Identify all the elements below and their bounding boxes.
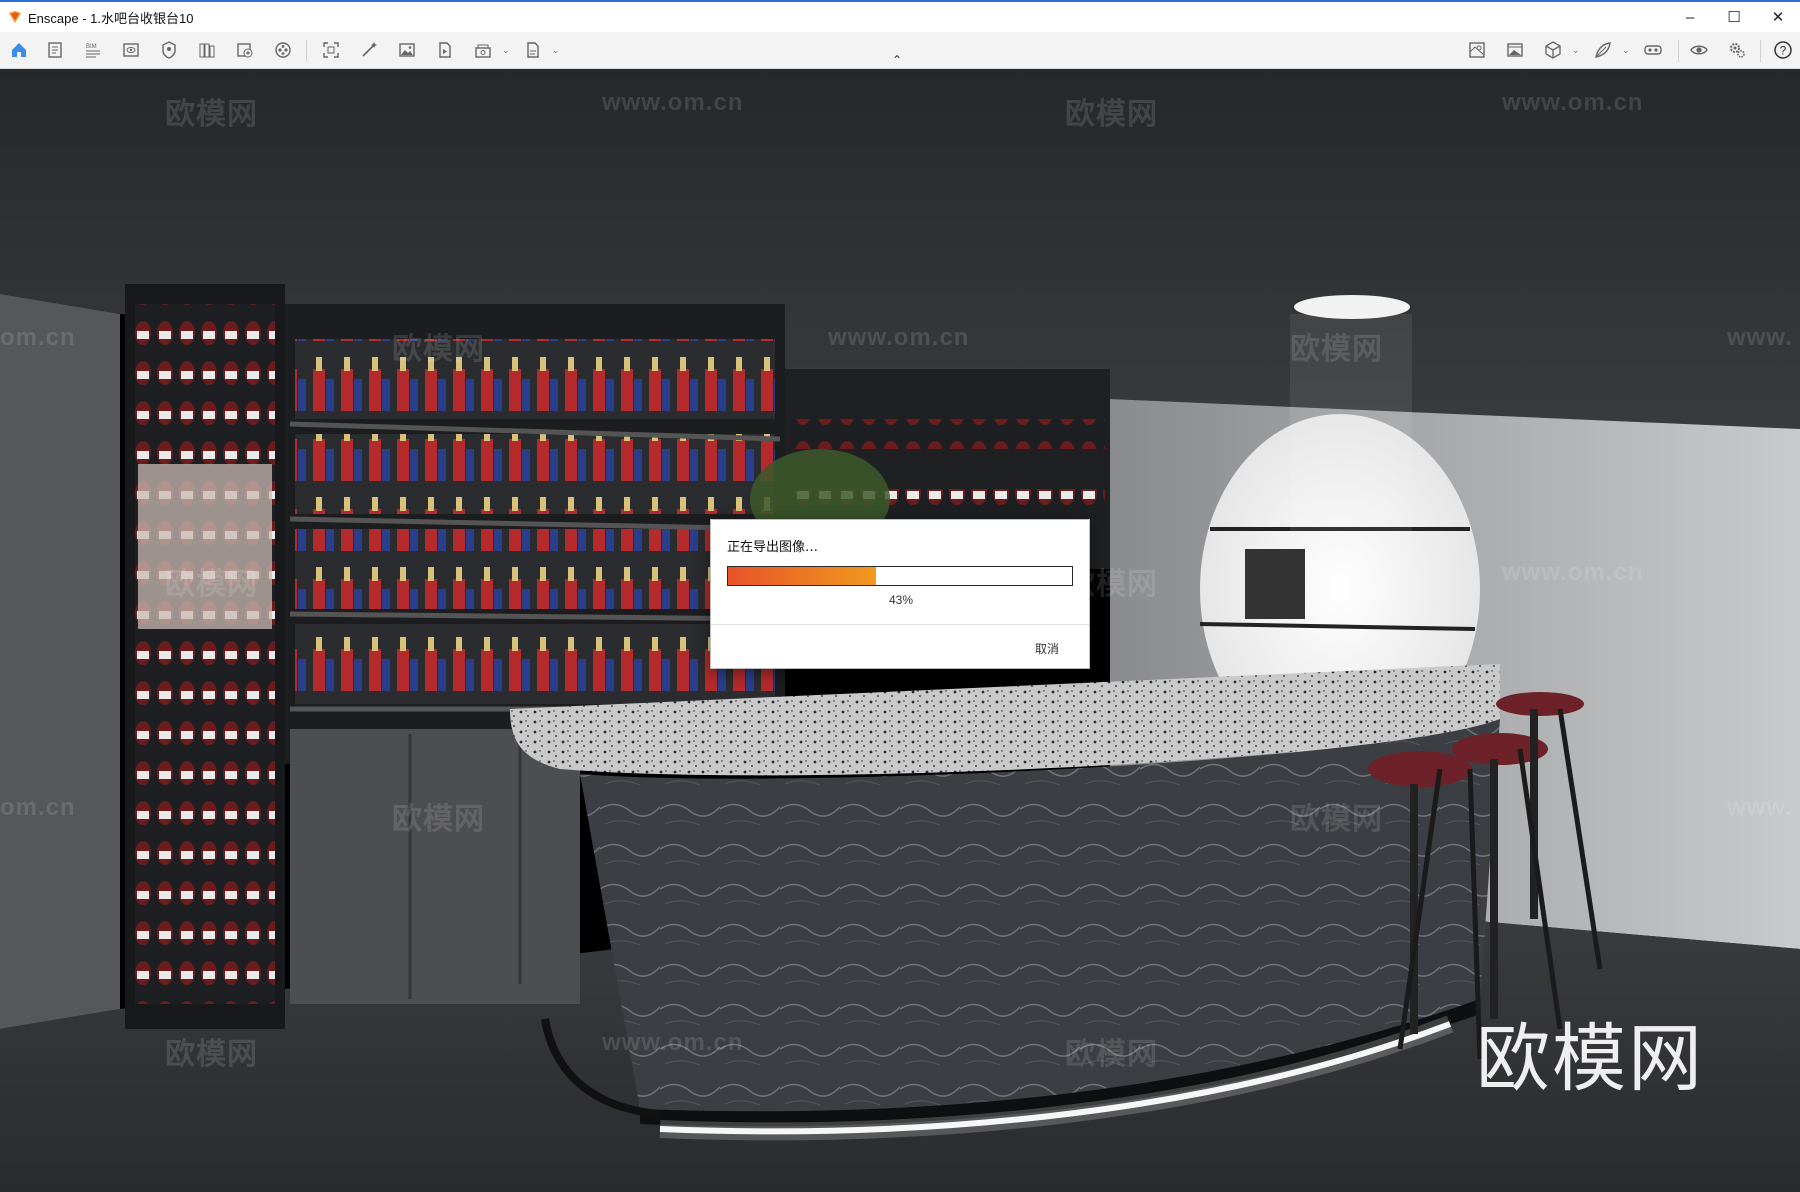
toolbar-separator xyxy=(1678,40,1679,62)
minimize-button[interactable]: – xyxy=(1668,2,1712,32)
watermark-url-partial: www. xyxy=(1727,794,1793,821)
watermark-url: www.om.cn xyxy=(602,89,744,116)
capture-icon[interactable] xyxy=(320,39,342,61)
library-icon[interactable] xyxy=(196,39,218,61)
magic-icon[interactable] xyxy=(358,39,380,61)
gallery-icon[interactable] xyxy=(1504,39,1526,61)
batch-icon[interactable] xyxy=(472,39,494,61)
watermark-url-partial: om.cn xyxy=(0,794,76,821)
watermark-url: www.om.cn xyxy=(1502,89,1644,116)
watermark-logo: 欧模网 xyxy=(165,1038,258,1071)
batch-dropdown-icon[interactable]: ⌄ xyxy=(502,45,510,56)
home-icon[interactable] xyxy=(8,39,30,61)
watermark-logo: 欧模网 xyxy=(165,98,258,131)
watermark-logo: 欧模网 xyxy=(1065,1038,1158,1071)
watermark-logo: 欧模网 xyxy=(392,803,485,836)
export-progress-dialog: 正在导出图像… 43% 取消 xyxy=(710,519,1090,669)
export-progress-fill xyxy=(728,567,876,585)
collapse-toolbar-icon[interactable]: ⌃ xyxy=(892,53,902,67)
close-button[interactable]: ✕ xyxy=(1756,2,1800,32)
cancel-button[interactable]: 取消 xyxy=(1035,640,1059,657)
material-icon[interactable] xyxy=(234,39,256,61)
toolbar-separator xyxy=(306,40,307,62)
svg-text:BIM: BIM xyxy=(86,44,97,50)
settings-icon[interactable] xyxy=(1726,39,1748,61)
watermark-url: www.om.cn xyxy=(602,1029,744,1056)
eye-icon[interactable] xyxy=(1688,39,1710,61)
watermark-logo: 欧模网 xyxy=(1290,333,1383,366)
enscape-logo-icon xyxy=(9,11,21,23)
watermark-logo: 欧模网 xyxy=(392,333,485,366)
bim-info-icon[interactable]: BIM xyxy=(82,39,104,61)
watermark-logo-large: 欧模网 xyxy=(1476,1016,1704,1102)
progress-percent: 43% xyxy=(888,593,914,607)
help-icon[interactable]: ? xyxy=(1772,39,1794,61)
cube-dropdown-icon[interactable]: ⌄ xyxy=(1572,45,1580,56)
title-bar: Enscape - 1.水吧台收银台10 – ☐ ✕ xyxy=(0,0,1800,32)
vr-headset-icon[interactable] xyxy=(1642,39,1664,61)
watermark-logo: 欧模网 xyxy=(165,568,258,601)
watermark-url: www.om.cn xyxy=(1502,559,1644,586)
view-icon[interactable] xyxy=(120,39,142,61)
leaf-icon[interactable] xyxy=(1592,39,1614,61)
asset-icon[interactable] xyxy=(158,39,180,61)
document-icon[interactable] xyxy=(44,39,66,61)
cube-icon[interactable] xyxy=(1542,39,1564,61)
svg-text:?: ? xyxy=(1780,44,1787,58)
map-icon[interactable] xyxy=(1466,39,1488,61)
toolbar-separator xyxy=(1760,40,1761,62)
leaf-dropdown-icon[interactable]: ⌄ xyxy=(1622,45,1630,56)
watermark-url: www.om.cn xyxy=(828,324,970,351)
watermark-url-partial: www. xyxy=(1727,324,1793,351)
watermark-logo: 欧模网 xyxy=(1065,98,1158,131)
dialog-message: 正在导出图像… xyxy=(727,540,819,555)
maximize-button[interactable]: ☐ xyxy=(1712,2,1756,32)
window-title: Enscape - 1.水吧台收银台10 xyxy=(28,10,194,26)
dialog-divider xyxy=(711,624,1089,625)
watermark-url-partial: om.cn xyxy=(0,324,76,351)
export-video-icon[interactable] xyxy=(434,39,456,61)
vr-icon[interactable] xyxy=(272,39,294,61)
export-dropdown-icon[interactable]: ⌄ xyxy=(552,45,560,56)
export-file-icon[interactable] xyxy=(522,39,544,61)
watermark-logo: 欧模网 xyxy=(1290,803,1383,836)
image-icon[interactable] xyxy=(396,39,418,61)
export-progress-bar xyxy=(727,566,1073,586)
